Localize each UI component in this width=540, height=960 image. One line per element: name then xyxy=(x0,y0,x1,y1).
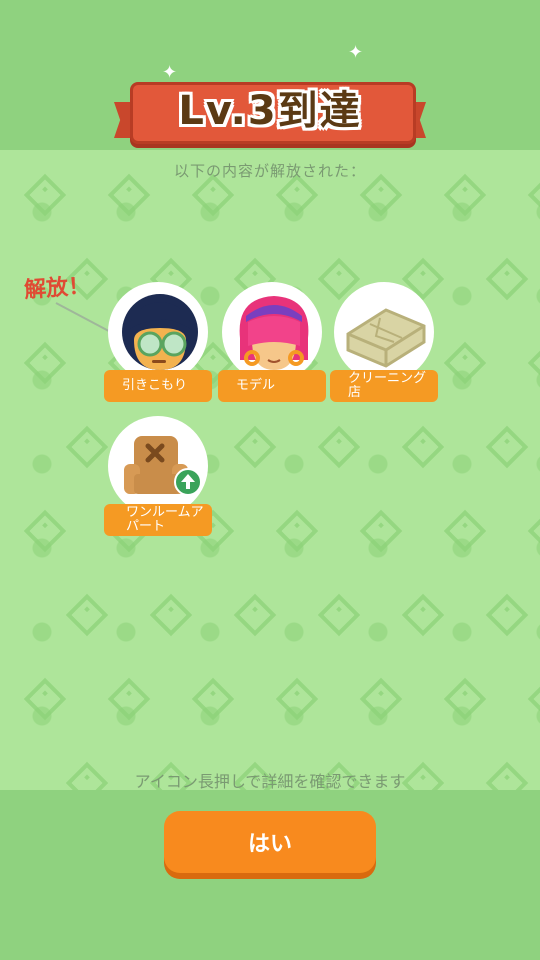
pattern-diamond xyxy=(23,509,67,553)
item-label: 引きこもり xyxy=(104,370,212,402)
pattern-diamond xyxy=(233,425,277,469)
level-ribbon: Lv.3到達 xyxy=(114,72,426,152)
pattern-diamond xyxy=(443,509,487,553)
pattern-diamond xyxy=(317,593,361,637)
pattern-diamond xyxy=(191,677,235,721)
pattern-diamond xyxy=(359,677,403,721)
hikikomori-character-icon xyxy=(122,294,198,370)
pattern-diamond xyxy=(23,341,67,385)
pattern-diamond xyxy=(527,677,540,721)
pattern-diamond xyxy=(149,593,193,637)
item-card-hikikomori[interactable]: 引きこもり xyxy=(104,282,216,412)
pattern-diamond xyxy=(65,425,109,469)
pattern-diamond xyxy=(485,593,529,637)
unlock-subtitle: 以下の内容が解放された： xyxy=(173,162,366,180)
sparkle-icon: ✦ xyxy=(162,62,178,83)
sparkle-icon: ✦ xyxy=(348,42,364,63)
item-label: ワンルームアパート xyxy=(104,504,212,536)
pattern-diamond xyxy=(23,677,67,721)
pattern-diamond xyxy=(275,509,319,553)
pattern-diamond xyxy=(527,341,540,385)
cleaning-shop-icon xyxy=(346,308,426,368)
model-character-icon xyxy=(239,296,309,370)
pattern-diamond xyxy=(443,341,487,385)
item-card-apartment[interactable]: ワンルームアパート xyxy=(104,416,216,546)
pattern-diamond xyxy=(527,509,540,553)
pattern-diamond xyxy=(233,593,277,637)
confirm-button[interactable]: はい xyxy=(164,811,376,873)
pattern-diamond xyxy=(485,425,529,469)
item-card-cleaning[interactable]: クリーニング店 xyxy=(330,282,442,412)
item-card-model[interactable]: モデル xyxy=(218,282,330,412)
upgrade-arrow-icon xyxy=(174,468,202,496)
unlocked-badge: 解放！ xyxy=(23,273,91,304)
level-title: Lv.3到達 xyxy=(178,88,362,134)
pattern-diamond xyxy=(107,677,151,721)
pattern-diamond xyxy=(65,593,109,637)
pattern-diamond xyxy=(317,425,361,469)
long-press-hint: アイコン長押しで詳細を確認できます xyxy=(134,772,406,791)
item-label: クリーニング店 xyxy=(330,370,438,402)
item-label: モデル xyxy=(218,370,326,402)
pattern-diamond xyxy=(359,509,403,553)
pattern-layer xyxy=(0,150,540,790)
pattern-diamond xyxy=(275,677,319,721)
pattern-diamond xyxy=(401,425,445,469)
pattern-diamond xyxy=(443,677,487,721)
pattern-diamond xyxy=(401,593,445,637)
pattern-diamond xyxy=(485,257,529,301)
